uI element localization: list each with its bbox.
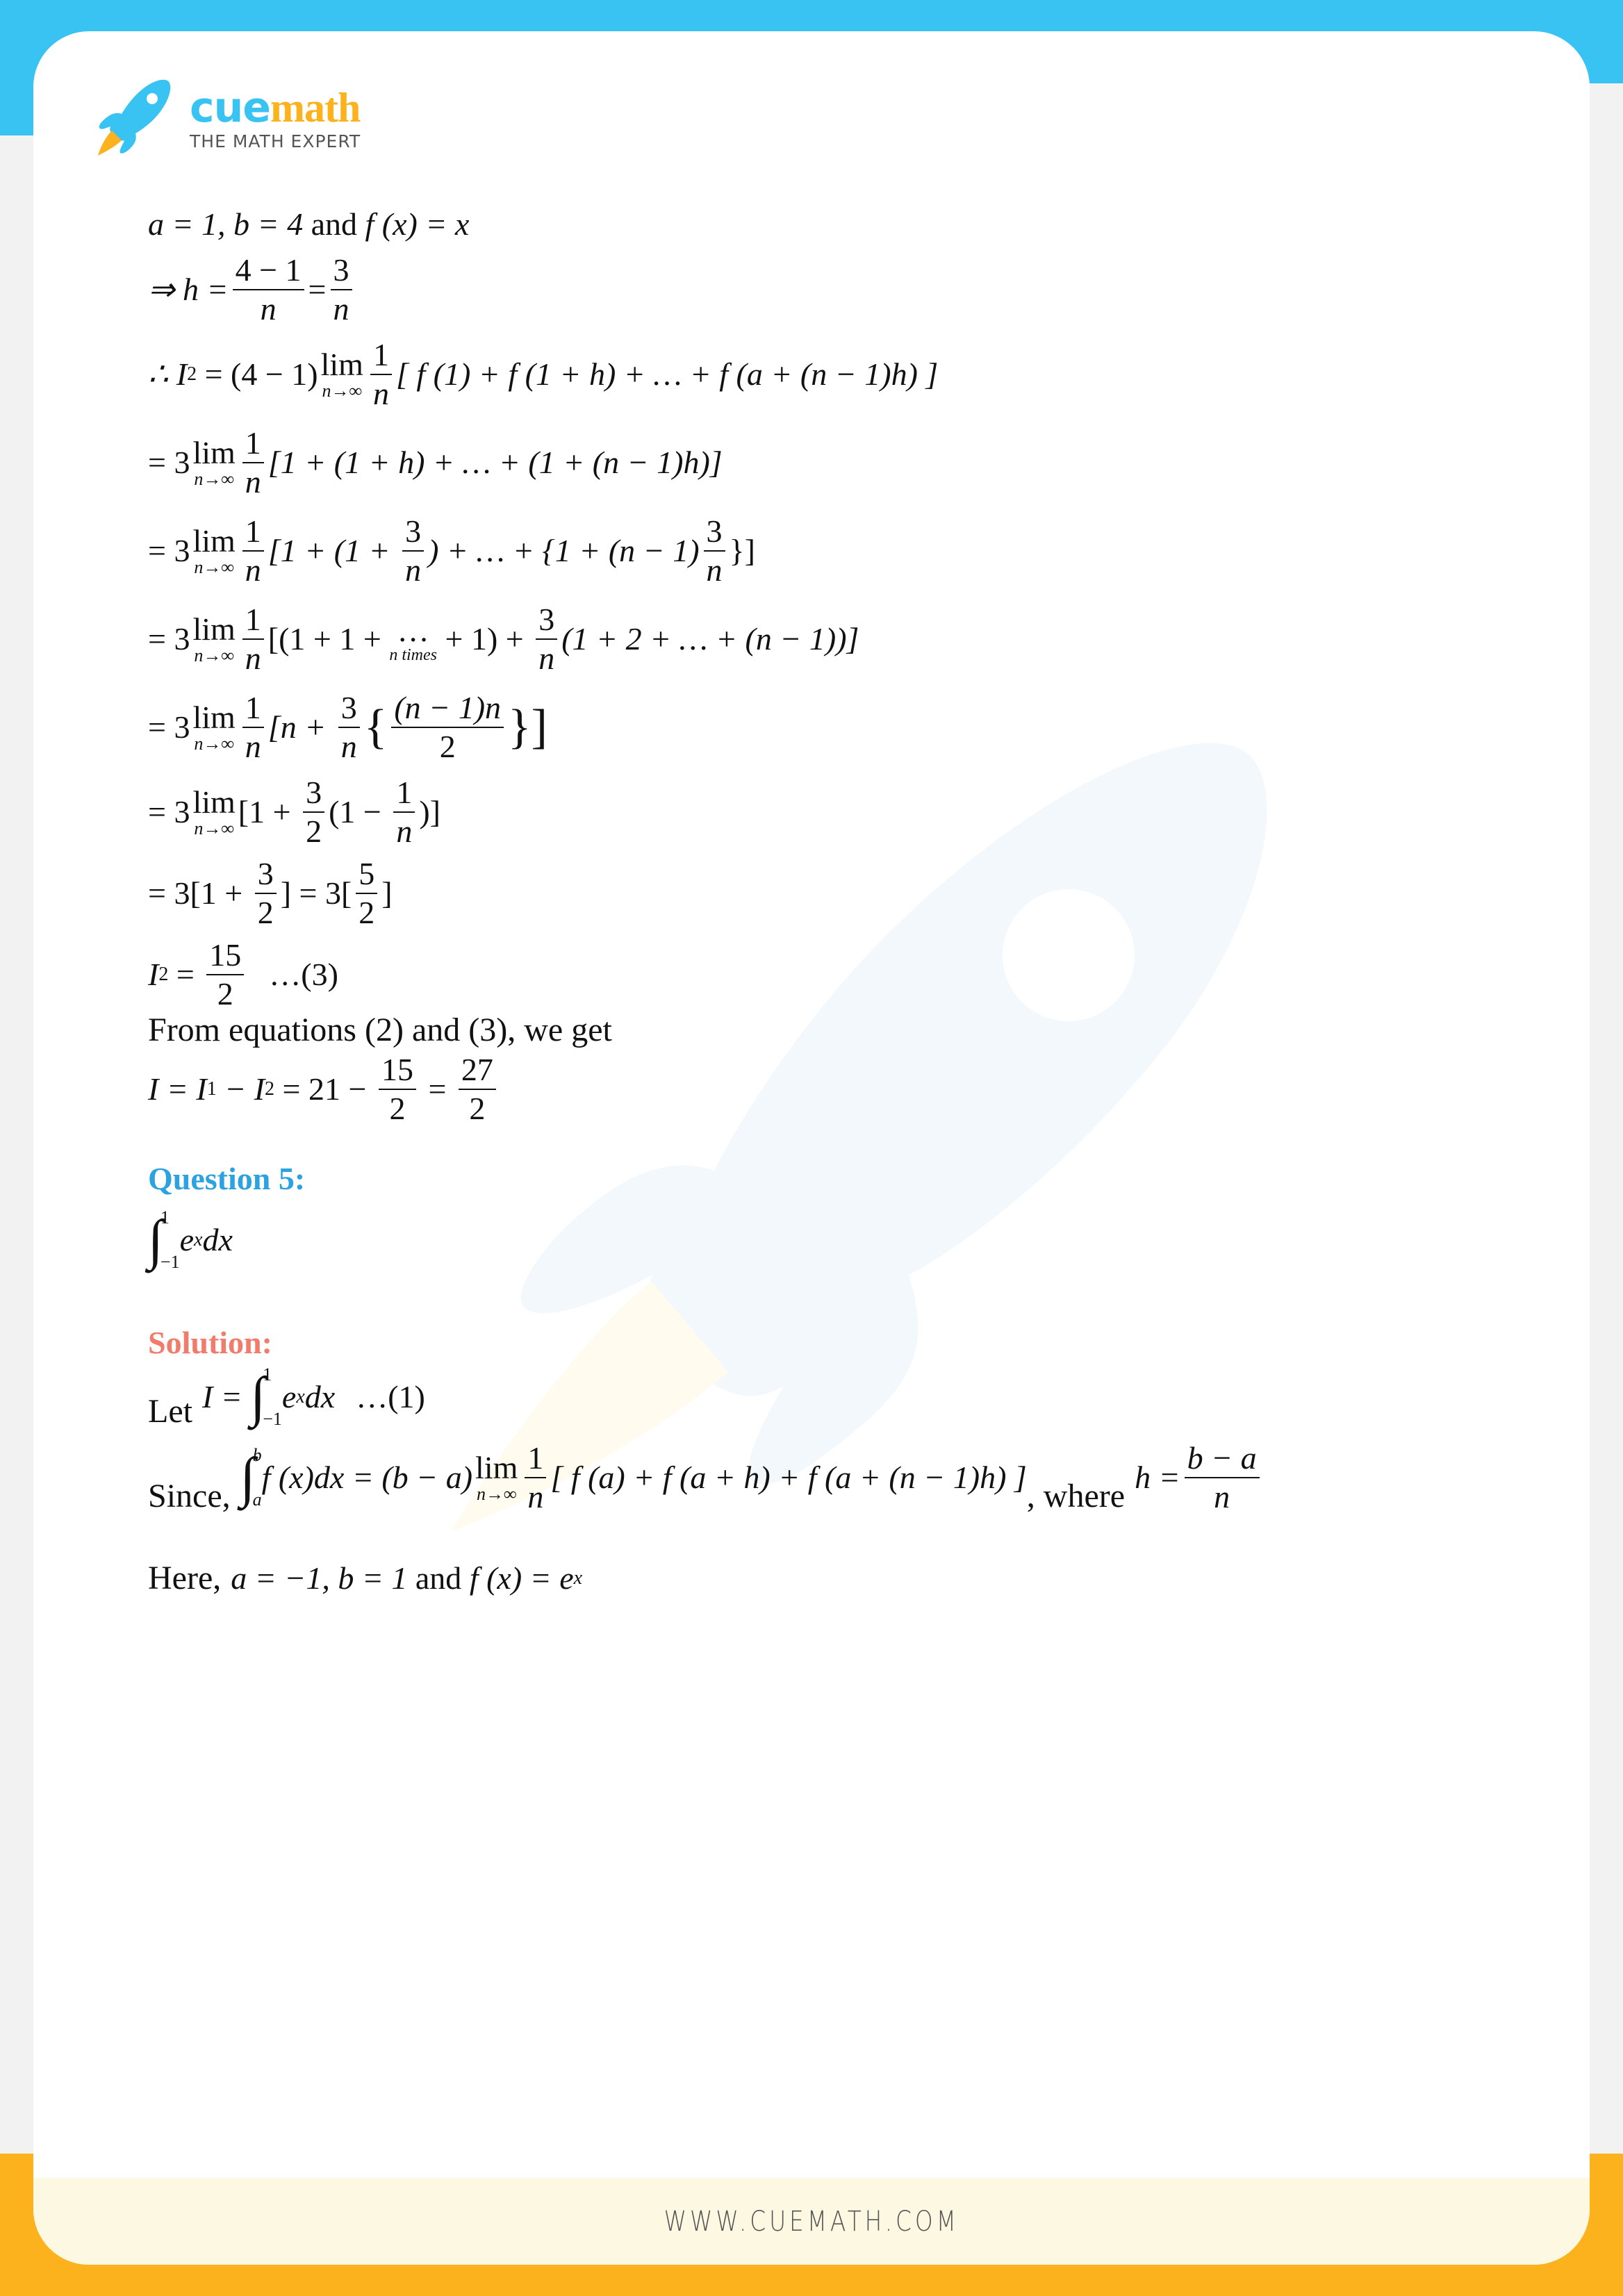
fraction: 4 − 1n	[232, 254, 304, 325]
fraction: 1n	[242, 604, 264, 675]
equation-line-8: = 3 lim n→∞ [1 + 32 (1 − 1n )]	[148, 775, 440, 849]
fraction: 32	[303, 777, 325, 848]
equation-line-2: ⇒ h = 4 − 1n = 3n	[148, 254, 1538, 325]
fraction: 52	[356, 858, 378, 929]
question-title: Question 5:	[148, 1161, 306, 1196]
fraction: 1n	[242, 427, 264, 498]
equation-line-9: = 3[1 + 32 ] = 3[ 52 ]	[148, 856, 393, 930]
fraction: 15 2	[206, 939, 245, 1010]
since-line: Since, ∫ b a f (x)dx = (b − a) lim n→∞ 1n […	[148, 1442, 1538, 1513]
fraction: 1n	[525, 1442, 547, 1513]
fraction: 32	[254, 858, 277, 929]
fraction: 27 2	[458, 1054, 496, 1125]
page-card: cuemath THE MATH EXPERT a = 1, b = 4 and…	[33, 31, 1590, 2265]
equation-line-12: I = I1 − I2 = 21 − 15 2 = 27 2	[148, 1054, 1538, 1125]
website-link[interactable]: WWW.CUEMATH.COM	[664, 2206, 959, 2238]
fraction: 15 2	[378, 1054, 416, 1125]
cuemath-logo[interactable]: cuemath THE MATH EXPERT	[92, 76, 361, 160]
brand-name: cuemath	[190, 83, 361, 132]
integral-sign: ∫ 1 −1	[250, 1364, 282, 1429]
left-margin	[0, 135, 35, 2164]
right-margin	[1588, 83, 1623, 2161]
equation-line-10: I2 = 15 2 …(3)	[148, 937, 338, 1011]
equation-line-7: = 3 lim n→∞ 1n [n + 3n { (n − 1)n 2 }]	[148, 690, 547, 764]
rocket-icon	[98, 79, 171, 156]
equation-line-3: ∴ I2 = (4 − 1) lim n→∞ 1n [ f (1) + f (1 …	[148, 337, 939, 411]
fraction: 1n	[370, 339, 392, 410]
fraction: 3n	[330, 254, 352, 325]
document-content: a = 1, b = 4 and f (x) = x ⇒ h = 4 − 1n …	[148, 201, 1538, 1595]
question-expression: ∫ 1 −1 e x dx	[148, 1207, 233, 1272]
solution-title: Solution:	[148, 1325, 272, 1360]
fraction: 3n	[703, 515, 725, 586]
footer: WWW.CUEMATH.COM	[33, 2178, 1590, 2265]
let-line: Let I = ∫ 1 −1 e x dx …(1)	[148, 1364, 425, 1430]
fraction: (n − 1)n 2	[391, 692, 504, 763]
fraction: 3n	[338, 692, 360, 763]
fraction: 1n	[242, 515, 264, 586]
fraction: 3n	[536, 604, 558, 675]
text-line: From equations (2) and (3), we get	[148, 1011, 612, 1048]
integral-sign: ∫ 1 −1	[148, 1207, 180, 1272]
equation-line-6: = 3 lim n→∞ 1n [(1 + 1 + … n times + 1) + …	[148, 602, 859, 676]
fraction: 1n	[393, 777, 415, 848]
fraction: 1n	[242, 692, 264, 763]
fraction: 3n	[402, 515, 425, 586]
equation-line-1: a = 1, b = 4 and f (x) = x	[148, 206, 470, 242]
brand-tagline: THE MATH EXPERT	[190, 131, 361, 151]
equation-line-4: = 3 lim n→∞ 1n [1 + (1 + h) + … + (1 + (n…	[148, 425, 723, 499]
integral-sign: ∫ b a	[240, 1445, 262, 1510]
fraction: b − an	[1184, 1442, 1260, 1513]
here-line: Here, a = −1, b = 1 and f (x) = ex	[148, 1560, 583, 1596]
equation-line-5: = 3 lim n→∞ 1n [1 + (1 + 3n ) + … + {1 + …	[148, 513, 755, 588]
